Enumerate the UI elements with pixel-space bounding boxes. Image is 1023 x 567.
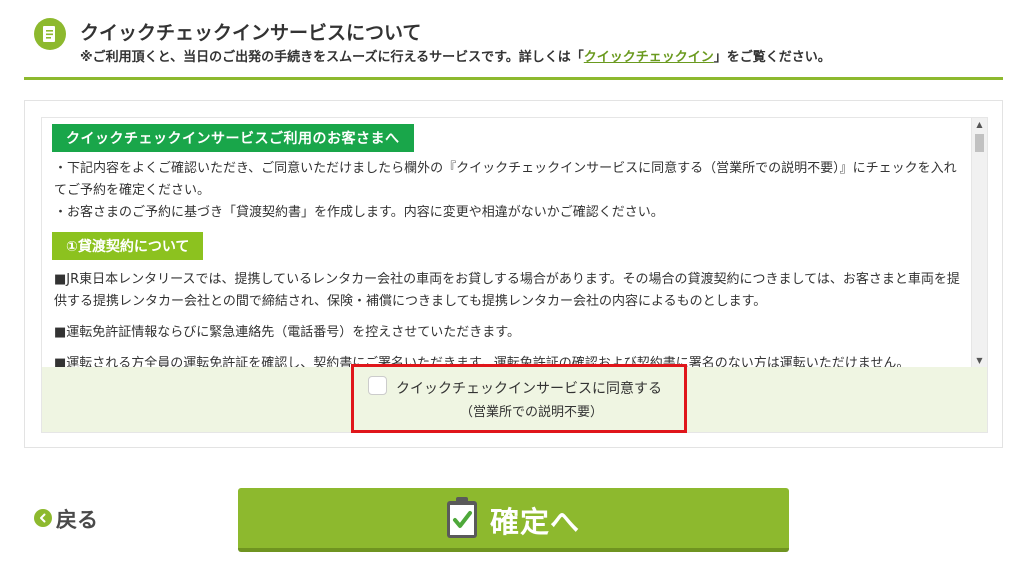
scroll-up-icon[interactable]: ▲ <box>972 118 987 132</box>
page-subtitle: ※ご利用頂くと、当日のご出発の手続きをスムーズに行えるサービスです。詳しくは「ク… <box>80 46 831 65</box>
terms-heading: クイックチェックインサービスご利用のお客さまへ <box>52 124 414 152</box>
section-1-heading: ①貸渡契約について <box>52 232 204 260</box>
terms-intro-1: ・下記内容をよくご確認いただき、ご同意いただけましたら欄外の『クイックチェックイ… <box>54 161 957 198</box>
chevron-left-icon <box>34 509 52 527</box>
confirm-label: 確定へ <box>490 505 581 539</box>
back-label: 戻る <box>56 508 98 532</box>
clipboard-check-icon <box>445 496 479 544</box>
subtitle-prefix: ※ご利用頂くと、当日のご出発の手続きをスムーズに行えるサービスです。詳しくは「 <box>80 50 584 65</box>
agree-checkbox[interactable] <box>368 376 387 395</box>
agree-checkbox-label[interactable]: クイックチェックインサービスに同意する <box>396 378 662 398</box>
section-1-para-3: ■運転される方全員の運転免許証を確認し、契約書にご署名いただきます。運転免許証の… <box>54 356 910 367</box>
terms-scrollbar[interactable]: ▲ ▼ <box>971 118 987 367</box>
scroll-thumb[interactable] <box>975 134 984 152</box>
terms-intro-2: ・お客さまのご予約に基づき「貸渡契約書」を作成します。内容に変更や相違がないかご… <box>54 205 664 220</box>
document-icon <box>34 18 66 50</box>
agreement-area <box>41 367 988 433</box>
agree-checkbox-note: （営業所での説明不要） <box>460 405 604 420</box>
page-header: クイックチェックインサービスについて ※ご利用頂くと、当日のご出発の手続きをスム… <box>24 8 1003 80</box>
page-title: クイックチェックインサービスについて <box>80 22 422 44</box>
terms-content: クイックチェックインサービスご利用のお客さまへ ・下記内容をよくご確認いただき、… <box>52 124 962 367</box>
scroll-down-icon[interactable]: ▼ <box>972 354 987 367</box>
section-1-para-2: ■運転免許証情報ならびに緊急連絡先（電話番号）を控えさせていただきます。 <box>54 325 520 340</box>
quick-checkin-link[interactable]: クイックチェックイン <box>584 50 714 65</box>
confirm-button[interactable]: 確定へ <box>238 488 789 552</box>
subtitle-suffix: 」をご覧ください。 <box>713 50 831 65</box>
terms-scroll-area[interactable]: クイックチェックインサービスご利用のお客さまへ ・下記内容をよくご確認いただき、… <box>41 117 988 367</box>
section-1-para-1: ■JR東日本レンタリースでは、提携しているレンタカー会社の車両をお貸しする場合が… <box>54 272 960 309</box>
